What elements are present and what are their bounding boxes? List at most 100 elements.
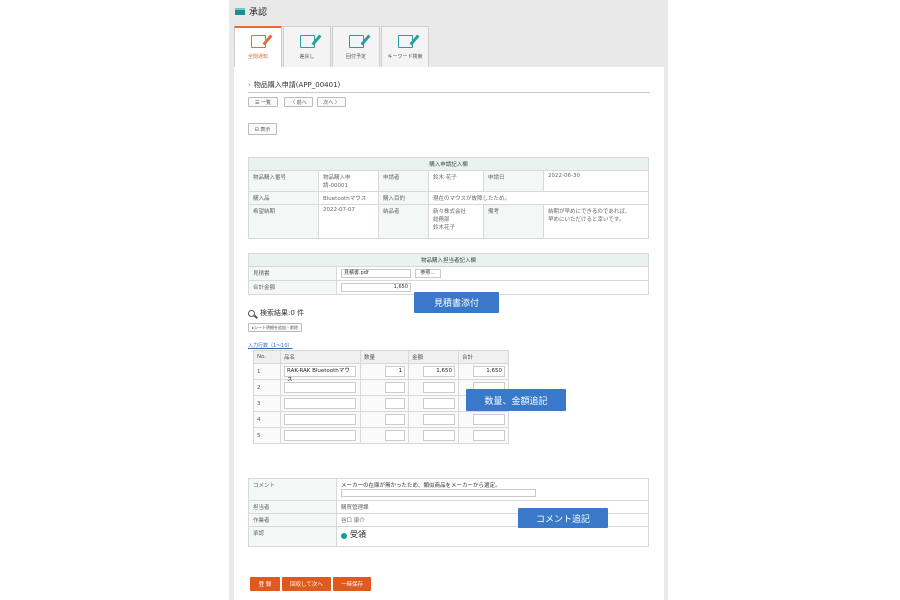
value-purpose: 現在のマウスが故障したため。	[428, 191, 649, 205]
qty-input[interactable]	[385, 430, 405, 441]
purchase-table: 物品購入担当者記入欄 見積書 見積書.pdf 参照... 合計金額 1,650	[248, 253, 649, 295]
register-button[interactable]: 登 録	[250, 577, 280, 591]
qty-input[interactable]	[385, 382, 405, 393]
qty-input[interactable]	[385, 414, 405, 425]
label-product: 購入品	[248, 191, 319, 205]
total-input[interactable]: 1,650	[473, 366, 505, 377]
remarks-line: 早めにいただけると幸いです。	[548, 217, 625, 223]
tab-scheduled[interactable]: 回付予定	[332, 26, 380, 67]
value-deadline: 2022-07-07	[318, 204, 379, 239]
row-no: 1	[253, 363, 281, 380]
total-amount-input[interactable]: 1,650	[341, 283, 411, 292]
table-row: 5	[253, 427, 509, 444]
row-no: 5	[253, 427, 281, 444]
label-deliverer: 納品者	[378, 204, 429, 239]
list-button[interactable]: ☰ 一覧	[248, 97, 278, 107]
search-result-text: 検索結果:0 件	[260, 309, 305, 317]
item-name-input[interactable]	[284, 398, 356, 409]
col-name: 品名	[280, 350, 361, 364]
main-content: › 物品購入申請(APP_00401) ☰ 一覧 〈 前へ 次へ 〉 ⊟ 表示 購…	[234, 67, 664, 600]
label-purpose: 購入目的	[378, 191, 429, 205]
save-next-button[interactable]: 回収して次へ	[282, 577, 331, 591]
label-decision: 承認	[248, 526, 337, 547]
callout-quote: 見積書添付	[414, 292, 499, 313]
edit-icon	[397, 34, 413, 48]
page-heading: › 物品購入申請(APP_00401)	[248, 80, 340, 90]
table-row: 4	[253, 411, 509, 428]
purchase-table-title: 物品購入担当者記入欄	[248, 253, 649, 267]
remarks-line: 納期が早めにできるのであれば、	[548, 209, 631, 215]
tab-label: 差戻し	[299, 53, 315, 60]
tab-notify[interactable]: 全閲通知	[234, 26, 282, 67]
label-apply-date: 申請日	[483, 170, 544, 192]
col-price: 金額	[408, 350, 459, 364]
row-no: 2	[253, 379, 281, 396]
price-input[interactable]: 1,650	[423, 366, 455, 377]
divider	[248, 92, 650, 93]
decision-cell: 受領	[336, 526, 649, 547]
search-result: 検索結果:0 件	[248, 308, 304, 318]
tab-label: キーワード検索	[387, 53, 423, 60]
item-name-input[interactable]: RAK-RAK Bluetoothマウス	[284, 366, 356, 383]
applicant-table: 購入申請記入欄 物品購入番号 物品購入申請-00001 申請者 鈴木 花子 申請…	[248, 157, 649, 239]
quote-file-input[interactable]: 見積書.pdf	[341, 269, 411, 278]
deliverer-person: 鈴木花子	[433, 225, 456, 231]
label-deadline: 希望納期	[248, 204, 319, 239]
edit-icon	[299, 34, 315, 48]
total-input[interactable]	[473, 430, 505, 441]
deliverer-dept: 総務部	[433, 217, 450, 223]
item-name-input[interactable]	[284, 382, 356, 393]
row-count-link[interactable]: 入力行数（1〜10）	[248, 342, 293, 349]
window-title: 承認	[249, 7, 268, 18]
value-apply-date: 2022-06-30	[543, 170, 649, 192]
qty-input[interactable]	[385, 398, 405, 409]
page-title: 物品購入申請(APP_00401)	[253, 81, 341, 89]
window-icon	[235, 7, 245, 15]
value-applicant: 鈴木 花子	[428, 170, 484, 192]
add-row-button[interactable]: ▸シート明細を追加・削除	[248, 323, 302, 332]
col-qty: 数量	[360, 350, 409, 364]
col-total: 合計	[458, 350, 509, 364]
qty-input[interactable]: 1	[385, 366, 405, 377]
temp-save-button[interactable]: 一時保存	[333, 577, 371, 591]
callout-comment: コメント追記	[518, 508, 608, 528]
tab-label: 回付予定	[345, 53, 366, 60]
label-remarks: 備考	[483, 204, 544, 239]
chevron-right-icon: ›	[248, 81, 251, 89]
row-no: 3	[253, 395, 281, 412]
radio-selected-icon[interactable]	[341, 532, 347, 539]
search-icon	[248, 309, 255, 317]
price-input[interactable]	[423, 398, 455, 409]
next-button[interactable]: 次へ 〉	[317, 97, 346, 107]
applicant-table-title: 購入申請記入欄	[248, 157, 649, 171]
comment-text: メーカーの在庫が無かったため、類似商品をメーカーから選定。	[341, 483, 501, 489]
tab-returned[interactable]: 差戻し	[283, 26, 331, 67]
browse-button[interactable]: 参照...	[414, 269, 441, 278]
label-comment: コメント	[248, 478, 337, 501]
label-applicant: 申請者	[378, 170, 429, 192]
value-product: Bluetoothマウス	[318, 191, 379, 205]
price-input[interactable]	[423, 414, 455, 425]
label-handler: 担当者	[248, 500, 337, 514]
price-input[interactable]	[423, 382, 455, 393]
label-quote: 見積書	[248, 266, 337, 281]
quote-cell: 見積書.pdf 参照...	[336, 266, 649, 281]
app-window: 承認 全閲通知 差戻し 回付予定 キーワード検索 › 物品購入申請(APP_004…	[229, 0, 668, 600]
comment-input[interactable]	[341, 489, 536, 497]
deliverer-company: 新々株式会社	[433, 209, 467, 215]
tab-keyword-search[interactable]: キーワード検索	[381, 26, 429, 67]
prev-button[interactable]: 〈 前へ	[284, 97, 313, 107]
view-button[interactable]: ⊟ 表示	[248, 123, 277, 135]
row-no: 4	[253, 411, 281, 428]
decision-value[interactable]: 受領	[350, 530, 366, 539]
total-input[interactable]	[473, 414, 505, 425]
edit-icon	[348, 34, 364, 48]
item-name-input[interactable]	[284, 430, 356, 441]
label-worker: 作業者	[248, 513, 337, 527]
value-item-number: 物品購入申請-00001	[318, 170, 379, 192]
title-bar: 承認	[229, 0, 668, 22]
col-no: No.	[253, 350, 281, 364]
price-input[interactable]	[423, 430, 455, 441]
item-name-input[interactable]	[284, 414, 356, 425]
table-row: 1 RAK-RAK Bluetoothマウス 1 1,650 1,650	[253, 363, 509, 383]
